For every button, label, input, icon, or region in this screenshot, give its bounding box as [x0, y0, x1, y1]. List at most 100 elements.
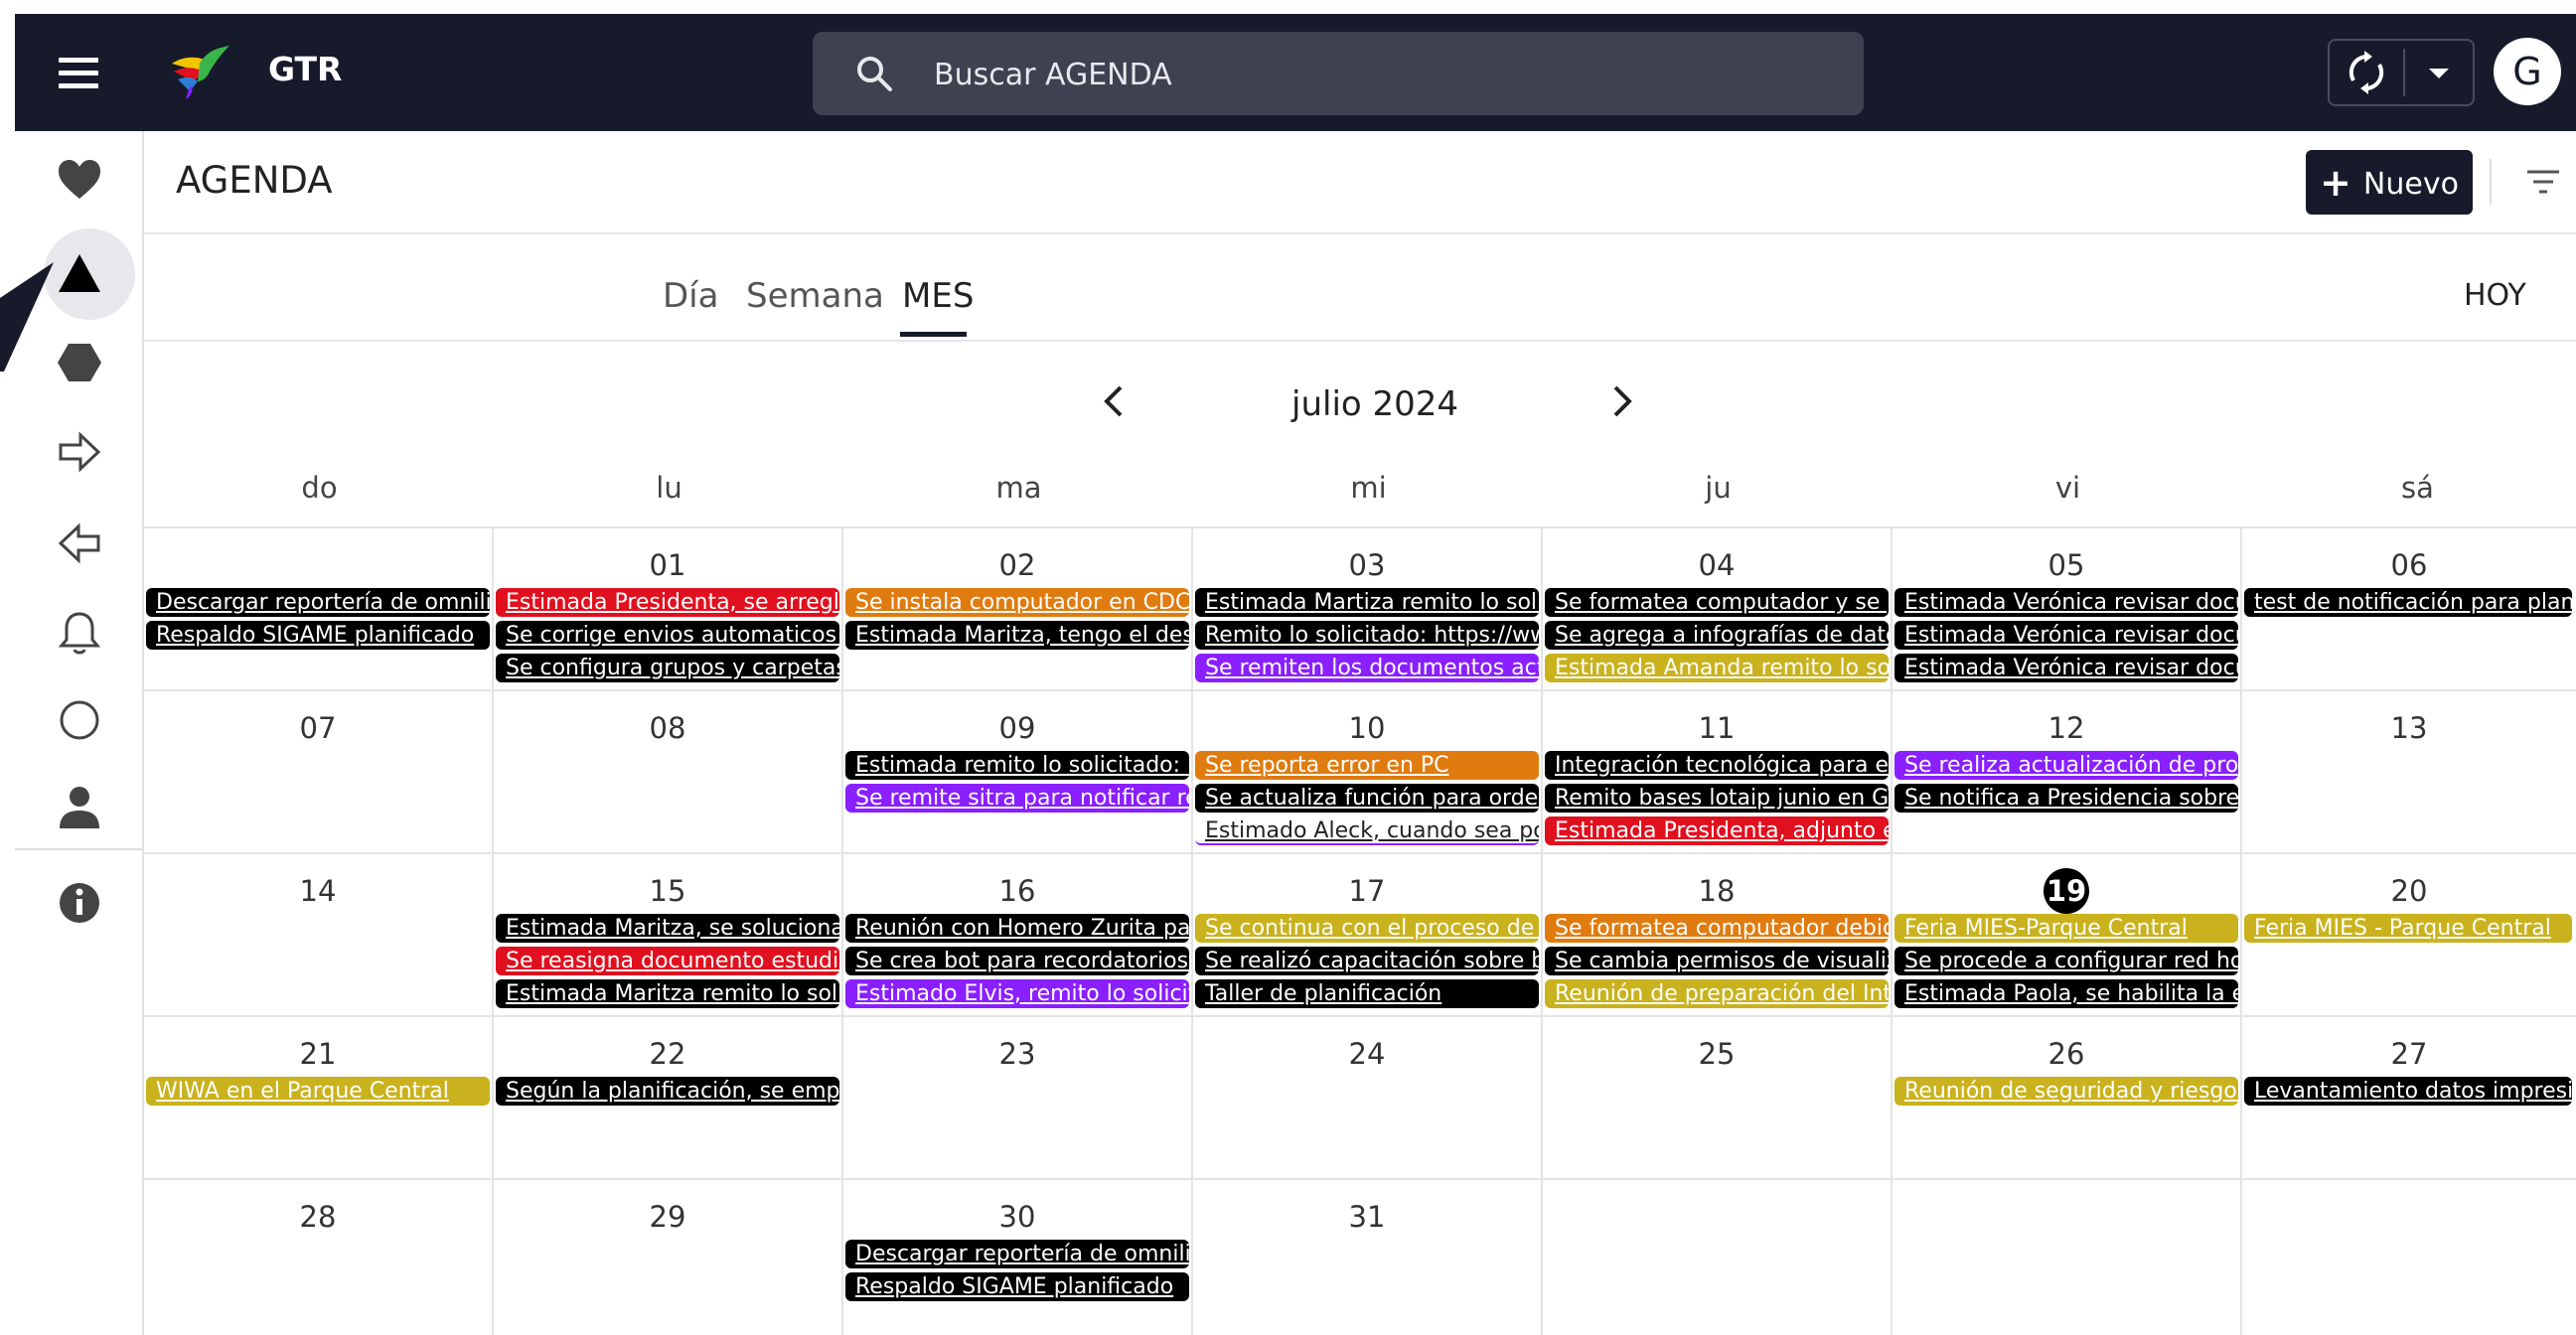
day-cell[interactable]: 08 — [494, 691, 843, 852]
calendar-event[interactable]: Levantamiento datos impresion — [2244, 1077, 2572, 1106]
calendar-event[interactable]: Estimada Maritza remito lo solici — [496, 979, 839, 1008]
day-cell[interactable]: 20 Feria MIES - Parque Central — [2242, 854, 2576, 1015]
day-cell[interactable]: 09 Estimada remito lo solicitado: htt Se r… — [843, 691, 1193, 852]
day-cell[interactable] — [2242, 1180, 2576, 1335]
calendar-event[interactable]: Estimada Presidenta, se arreglan — [496, 588, 839, 617]
day-number[interactable]: 14 — [144, 874, 492, 908]
calendar-event[interactable]: Estimada Paola, se habilita la enc — [1894, 979, 2238, 1008]
day-cell[interactable]: 06 test de notificación para planific — [2242, 528, 2576, 689]
day-number[interactable]: 22 — [494, 1037, 841, 1071]
today-button[interactable]: HOY — [2464, 278, 2526, 313]
day-number[interactable]: 21 — [144, 1037, 492, 1071]
bell-icon[interactable] — [55, 608, 104, 658]
user-icon[interactable] — [55, 783, 104, 832]
calendar-event[interactable]: Reunión de seguridad y riesgos s — [1894, 1077, 2238, 1106]
calendar-event[interactable]: Se remite sitra para notificar rep — [845, 784, 1189, 813]
tab-semana[interactable]: Semana — [746, 276, 884, 316]
circle-icon[interactable] — [55, 695, 104, 745]
day-cell[interactable]: 13 — [2242, 691, 2576, 852]
arrow-right-icon[interactable] — [55, 427, 104, 477]
day-number[interactable]: 13 — [2242, 711, 2576, 745]
calendar-event[interactable]: Se actualiza función para ordene — [1195, 784, 1539, 813]
day-number[interactable]: 25 — [1543, 1037, 1891, 1071]
day-cell[interactable]: 22 Según la planificación, se empiez — [494, 1017, 843, 1178]
hexagon-icon[interactable] — [55, 338, 104, 387]
day-number[interactable]: 27 — [2242, 1037, 2576, 1071]
day-number[interactable]: 07 — [144, 711, 492, 745]
day-cell[interactable]: 29 — [494, 1180, 843, 1335]
day-cell[interactable]: Descargar reportería de omnilink Respaldo… — [144, 528, 494, 689]
day-cell[interactable]: 01 Estimada Presidenta, se arreglan Se cor… — [494, 528, 843, 689]
calendar-event[interactable]: Estimada Verónica revisar docum — [1894, 588, 2238, 617]
day-number[interactable]: 08 — [494, 711, 841, 745]
day-cell[interactable]: 30 Descargar reportería de omnilink Respal… — [843, 1180, 1193, 1335]
calendar-event[interactable]: Estimada Verónica revisar docum — [1894, 621, 2238, 650]
day-number[interactable]: 24 — [1193, 1037, 1541, 1071]
day-number[interactable]: 04 — [1543, 548, 1891, 582]
day-number[interactable]: 10 — [1193, 711, 1541, 745]
calendar-event[interactable]: Se formatea computador y se po — [1545, 588, 1889, 617]
day-cell[interactable]: 21 WIWA en el Parque Central — [144, 1017, 494, 1178]
sync-button[interactable] — [2330, 41, 2403, 104]
calendar-event[interactable]: Taller de planificación — [1195, 979, 1539, 1008]
day-cell[interactable]: 10 Se reporta error en PC Se actualiza fun… — [1193, 691, 1543, 852]
calendar-event[interactable]: Se configura grupos y carpetas c — [496, 654, 839, 682]
day-number[interactable]: 18 — [1543, 874, 1891, 908]
day-cell[interactable]: 17 Se continua con el proceso de mi Se rea… — [1193, 854, 1543, 1015]
day-number[interactable]: 20 — [2242, 874, 2576, 908]
filter-icon[interactable] — [2523, 164, 2563, 200]
day-cell[interactable]: 14 — [144, 854, 494, 1015]
day-number[interactable]: 02 — [843, 548, 1191, 582]
day-number[interactable]: 11 — [1543, 711, 1891, 745]
day-number[interactable]: 03 — [1193, 548, 1541, 582]
calendar-event[interactable]: Reunión con Homero Zurita para — [845, 914, 1189, 943]
calendar-event[interactable]: Se notifica a Presidencia sobre in — [1894, 784, 2238, 813]
day-cell[interactable]: 28 — [144, 1180, 494, 1335]
calendar-event[interactable]: Estimada Presidenta, adjunto en — [1545, 816, 1889, 845]
day-cell[interactable] — [1893, 1180, 2242, 1335]
day-cell[interactable]: 24 — [1193, 1017, 1543, 1178]
day-cell[interactable]: 16 Reunión con Homero Zurita para Se crea … — [843, 854, 1193, 1015]
info-icon[interactable] — [55, 878, 104, 928]
calendar-event[interactable]: Se formatea computador debido — [1545, 914, 1889, 943]
day-number[interactable]: 19 — [1893, 868, 2240, 914]
menu-icon[interactable] — [59, 58, 98, 88]
day-number[interactable]: 29 — [494, 1200, 841, 1234]
calendar-event[interactable]: Estimado Elvis, remito lo solicitac — [845, 979, 1189, 1008]
day-number[interactable]: 30 — [843, 1200, 1191, 1234]
day-number[interactable]: 15 — [494, 874, 841, 908]
day-cell[interactable]: 04 Se formatea computador y se po Se agreg… — [1543, 528, 1893, 689]
calendar-event[interactable]: test de notificación para planific — [2244, 588, 2572, 617]
calendar-event[interactable]: Respaldo SIGAME planificado — [845, 1272, 1189, 1301]
day-cell[interactable]: 15 Estimada Maritza, se soluciona p Se rea… — [494, 854, 843, 1015]
user-avatar[interactable]: G — [2494, 38, 2561, 105]
day-number[interactable]: 05 — [1893, 548, 2240, 582]
chevron-right-icon[interactable] — [1601, 379, 1641, 423]
day-cell[interactable]: 26 Reunión de seguridad y riesgos s — [1893, 1017, 2242, 1178]
calendar-event[interactable]: Se agrega a infografías de datos : — [1545, 621, 1889, 650]
calendar-event[interactable]: Descargar reportería de omnilink — [845, 1240, 1189, 1268]
calendar-event[interactable]: Se reasigna documento estudio c — [496, 947, 839, 975]
calendar-event[interactable]: Descargar reportería de omnilink — [146, 588, 490, 617]
day-number[interactable]: 31 — [1193, 1200, 1541, 1234]
calendar-event[interactable]: Estimado Aleck, cuando sea posil — [1195, 816, 1539, 845]
search-bar[interactable] — [813, 32, 1864, 115]
day-cell[interactable]: 27 Levantamiento datos impresion — [2242, 1017, 2576, 1178]
calendar-event[interactable]: WIWA en el Parque Central — [146, 1077, 490, 1106]
calendar-event[interactable]: Se reporta error en PC — [1195, 751, 1539, 780]
chevron-left-icon[interactable] — [1095, 379, 1135, 423]
calendar-event[interactable]: Se realizó capacitación sobre bib — [1195, 947, 1539, 975]
day-number[interactable]: 12 — [1893, 711, 2240, 745]
day-number[interactable]: 01 — [494, 548, 841, 582]
day-cell[interactable]: 07 — [144, 691, 494, 852]
day-cell[interactable]: 05 Estimada Verónica revisar docum Estimad… — [1893, 528, 2242, 689]
triangle-icon[interactable] — [55, 248, 104, 298]
calendar-event[interactable]: Estimada Amanda remito lo solic — [1545, 654, 1889, 682]
new-event-button[interactable]: + Nuevo — [2306, 150, 2473, 215]
day-cell[interactable]: 11 Integración tecnológica para edu Remito… — [1543, 691, 1893, 852]
calendar-event[interactable]: Según la planificación, se empiez — [496, 1077, 839, 1106]
calendar-event[interactable]: Estimada remito lo solicitado: htt — [845, 751, 1189, 780]
calendar-event[interactable]: Se realiza actualización de progra — [1894, 751, 2238, 780]
day-number[interactable]: 16 — [843, 874, 1191, 908]
tab-dia[interactable]: Día — [663, 276, 718, 316]
